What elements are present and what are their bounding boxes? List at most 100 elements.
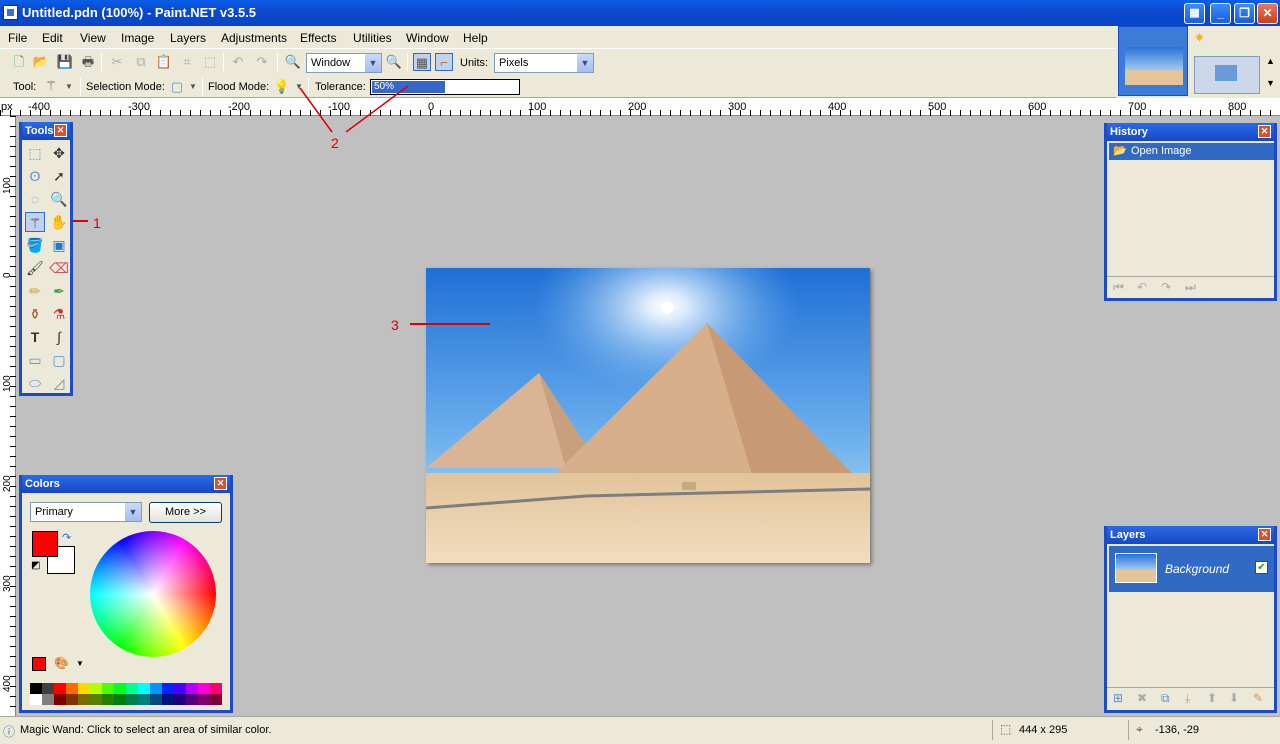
undo-icon[interactable]: ↶ [1137,280,1147,294]
zoom-icon[interactable]: 🔍 [49,189,69,209]
chevron-down-icon[interactable]: ▼ [124,503,141,521]
open-folder-icon[interactable]: 📂 [32,53,50,71]
rectangle-select-icon[interactable]: ⬚ [25,143,45,163]
pencil-icon[interactable]: ✏ [25,281,45,301]
move-selected-pixels-icon[interactable]: ✥ [49,143,69,163]
recolor-icon[interactable]: ⚗ [49,304,69,324]
add-layer-icon[interactable]: ⊞ [1113,691,1123,705]
flood-mode-label: Flood Mode: [208,81,270,93]
move-layer-down-icon[interactable]: ⬇ [1229,691,1239,705]
add-to-palette-icon[interactable] [32,657,46,671]
line-curve-icon[interactable]: ∫ [49,327,69,347]
image-thumbnail-active[interactable] [1118,26,1188,96]
cursor-position-icon: ⌖ [1136,722,1143,736]
menu-adjustments[interactable]: Adjustments [221,31,287,45]
text-icon[interactable]: T [25,327,45,347]
history-panel-header: History ✕ [1107,123,1274,141]
chevron-down-icon[interactable]: ▼ [576,54,593,72]
scroll-down-icon[interactable]: ▼ [1266,78,1275,88]
layer-properties-icon[interactable]: ✎ [1253,691,1263,705]
grid-toggle-icon[interactable]: ▦ [413,53,431,71]
crop-icon[interactable]: ⌗ [178,53,196,71]
app-icon[interactable] [3,5,18,20]
freeform-shape-icon[interactable]: ◿ [49,373,69,393]
menu-view[interactable]: View [80,31,106,45]
close-icon[interactable]: ✕ [1258,125,1271,138]
close-icon[interactable]: ✕ [1258,528,1271,541]
scroll-up-icon[interactable]: ▲ [1266,56,1275,66]
magic-wand-icon[interactable]: ⚚ [42,77,60,95]
canvas-image[interactable] [426,268,870,563]
ellipse-icon[interactable]: ⬭ [25,373,45,393]
color-mode-select[interactable]: Primary ▼ [30,502,142,522]
gradient-icon[interactable]: ▣ [49,235,69,255]
maximize-button[interactable]: ❐ [1234,3,1255,24]
primary-color-swatch[interactable] [32,531,58,557]
color-palette[interactable] [30,683,222,705]
units-select[interactable]: Pixels ▼ [494,53,594,73]
close-icon[interactable]: ✕ [214,477,227,490]
paintbrush-icon[interactable]: 🖌 [25,258,45,278]
chevron-down-icon[interactable]: ▼ [76,659,84,668]
redo-icon[interactable]: ↷ [1161,280,1171,294]
reset-colors-icon[interactable]: ◩ [31,560,40,571]
tools-panel-title: Tools [25,125,54,137]
duplicate-layer-icon[interactable]: ⧉ [1161,691,1170,706]
menu-image[interactable]: Image [121,31,154,45]
window-thumbnail[interactable] [1194,56,1260,94]
color-wheel[interactable] [90,531,216,657]
layer-visibility-checkbox[interactable]: ✔ [1255,561,1268,574]
more-colors-button[interactable]: More >> [149,502,222,523]
zoom-in-icon[interactable]: 🔍 [385,53,403,71]
zoom-out-icon[interactable]: 🔍 [284,53,302,71]
layer-row[interactable]: Background ✔ [1109,546,1274,592]
menu-layers[interactable]: Layers [170,31,206,45]
move-layer-up-icon[interactable]: ⬆ [1207,691,1217,705]
lightbulb-icon[interactable]: 💡 [273,78,291,96]
units-value: Pixels [499,57,529,69]
rectangle-icon[interactable]: ▭ [25,350,45,370]
paste-icon[interactable]: 📋 [155,53,173,71]
rewind-icon[interactable]: ⏮ [1113,280,1124,295]
move-selection-icon[interactable]: ➚ [49,166,69,186]
history-item[interactable]: 📂 Open Image [1109,143,1274,160]
menu-effects[interactable]: Effects [300,31,336,45]
menu-help[interactable]: Help [463,31,488,45]
chevron-down-icon[interactable]: ▼ [184,78,202,96]
delete-layer-icon[interactable]: ✖ [1137,691,1147,705]
chevron-down-icon[interactable]: ▼ [60,78,78,96]
zoom-value: Window [311,57,351,69]
grid-icon[interactable]: ▦ [1184,3,1205,24]
palette-icon[interactable]: 🎨 [54,656,69,670]
lasso-select-icon[interactable]: ʘ [25,166,45,186]
close-button[interactable]: ✕ [1257,3,1278,24]
eraser-icon[interactable]: ⌫ [49,258,69,278]
redo-icon[interactable]: ↷ [253,53,271,71]
menu-edit[interactable]: Edit [42,31,63,45]
menu-utilities[interactable]: Utilities [353,31,392,45]
rulers-toggle-icon[interactable]: ⌐ [435,53,453,71]
pan-hand-icon[interactable]: ✋ [49,212,69,232]
chevron-down-icon[interactable]: ▼ [364,54,381,72]
ellipse-select-icon[interactable]: ◌ [25,189,45,209]
new-file-icon[interactable]: 🗋 [10,53,28,71]
menu-window[interactable]: Window [406,31,449,45]
close-icon[interactable]: ✕ [54,124,67,137]
minimize-button[interactable]: _ [1210,3,1231,24]
swap-colors-icon[interactable]: ↷ [62,531,71,544]
color-picker-icon[interactable]: ✒ [49,281,69,301]
clone-stamp-icon[interactable]: ⚱ [25,304,45,324]
undo-icon[interactable]: ↶ [229,53,247,71]
copy-icon[interactable]: ⧉ [132,53,150,71]
fast-forward-icon[interactable]: ⏭ [1185,280,1196,295]
deselect-icon[interactable]: ⬚ [201,53,219,71]
rounded-rectangle-icon[interactable]: ▢ [49,350,69,370]
cut-icon[interactable]: ✂ [108,53,126,71]
merge-layer-down-icon[interactable]: ⤓ [1185,691,1190,706]
paint-bucket-icon[interactable]: 🪣 [25,235,45,255]
save-icon[interactable]: 💾 [56,53,74,71]
print-icon[interactable]: 🖶 [79,53,97,71]
menu-file[interactable]: File [8,31,27,45]
magic-wand-icon[interactable]: ⚚ [25,212,45,232]
zoom-select[interactable]: Window ▼ [306,53,382,73]
